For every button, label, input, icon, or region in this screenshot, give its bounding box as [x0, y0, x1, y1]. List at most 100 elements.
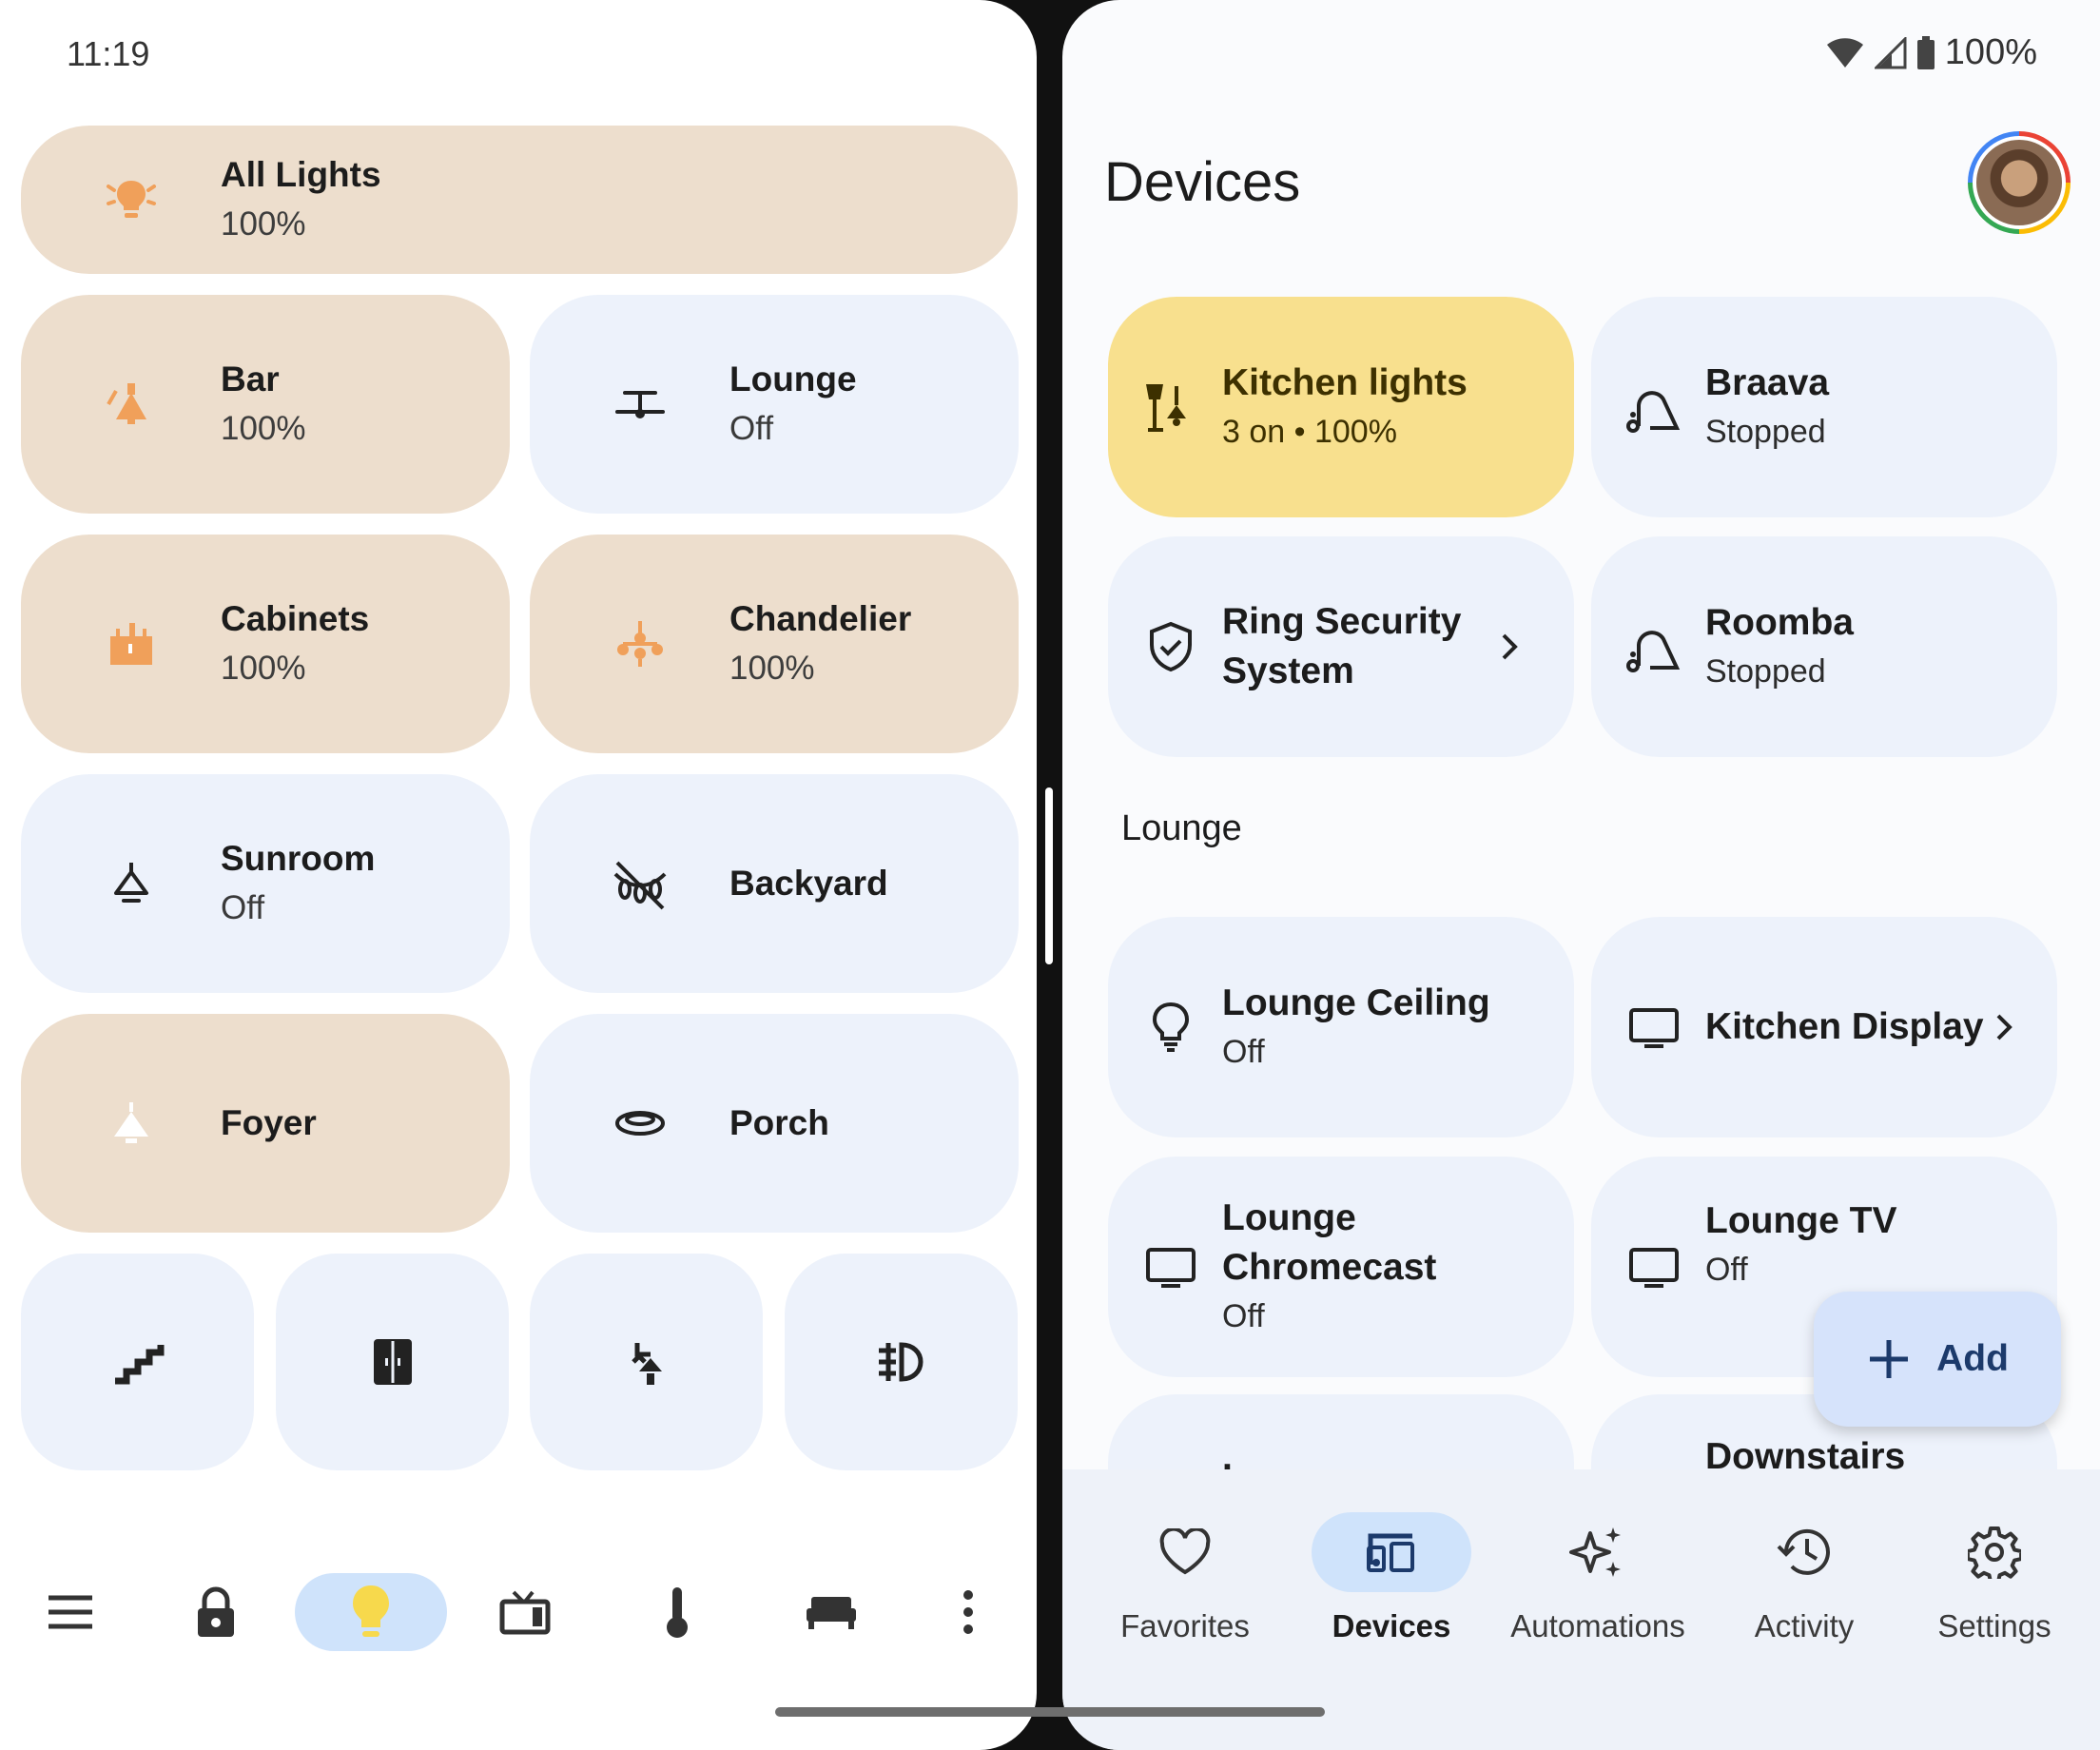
- nav-favorites[interactable]: Favorites: [1090, 1509, 1280, 1644]
- battery-icon: [1916, 35, 1935, 69]
- fog-light-icon: [878, 1342, 924, 1382]
- ceiling-lamp-icon: [114, 863, 148, 903]
- wall-lamp-icon: [631, 1343, 662, 1385]
- chevron-right-icon: [1996, 1014, 2012, 1040]
- device-status: Off: [1222, 1298, 1265, 1334]
- tv-button[interactable]: [487, 1569, 563, 1655]
- light-tile-cabinets[interactable]: Cabinets 100%: [21, 535, 510, 753]
- cabinet-icon: [373, 1339, 412, 1385]
- light-tile-foyer[interactable]: Foyer: [21, 1014, 510, 1233]
- nav-label: Devices: [1332, 1608, 1451, 1643]
- split-divider-handle[interactable]: [1045, 788, 1053, 964]
- device-name: Lounge Ceiling: [1222, 982, 1490, 1023]
- tile-status: 100%: [221, 410, 306, 447]
- tile-status: 100%: [221, 205, 306, 243]
- display-icon: [1629, 1008, 1679, 1048]
- add-button-label: Add: [1936, 1338, 2009, 1379]
- tile-name: Foyer: [221, 1103, 317, 1142]
- tile-name: All Lights: [221, 155, 381, 194]
- nav-label: Settings: [1937, 1608, 2051, 1643]
- chandelier-icon: [617, 621, 663, 667]
- section-header-lounge: Lounge: [1121, 808, 1242, 848]
- menu-icon: [49, 1595, 92, 1629]
- device-name: Roomba: [1705, 602, 1854, 643]
- floor-lamp-icon: [1146, 384, 1186, 432]
- device-name: Lounge Chromecast: [1222, 1197, 1437, 1288]
- light-tile-lounge[interactable]: Lounge Off: [530, 295, 1019, 514]
- lights-pane: 11:19 All Lights 100% Bar 100% Lounge Of…: [0, 0, 1037, 1750]
- lock-button[interactable]: [178, 1569, 254, 1655]
- add-device-button[interactable]: Add: [1814, 1292, 2061, 1427]
- light-tile-porch[interactable]: Porch: [530, 1014, 1019, 1233]
- string-lights-off-icon: [613, 861, 667, 910]
- page-title: Devices: [1104, 151, 1301, 213]
- light-tile-stairs[interactable]: [21, 1254, 254, 1470]
- light-tile-bar[interactable]: Bar 100%: [21, 295, 510, 514]
- device-name: Kitchen Display: [1705, 1006, 1984, 1047]
- nav-devices[interactable]: Devices: [1296, 1509, 1487, 1644]
- gesture-handle[interactable]: [775, 1707, 1325, 1717]
- pendant-lamp-icon: [114, 1102, 148, 1143]
- device-tile-kitchen-lights[interactable]: Kitchen lights 3 on • 100%: [1108, 297, 1574, 517]
- nav-settings[interactable]: Settings: [1899, 1509, 2090, 1644]
- lock-icon: [198, 1586, 234, 1637]
- devices-icon: [1367, 1533, 1414, 1572]
- tile-name: Cabinets: [221, 599, 370, 638]
- thermometer-icon: [667, 1587, 688, 1638]
- cellular-icon: [1874, 36, 1907, 68]
- tile-status: Off: [729, 410, 774, 447]
- device-tile-ring-security[interactable]: Ring Security System: [1108, 536, 1574, 757]
- device-name: Lounge TV: [1705, 1199, 1897, 1241]
- all-lights-tile[interactable]: All Lights 100%: [21, 126, 1018, 274]
- pendant-light-icon: [107, 383, 146, 424]
- light-tile-chandelier[interactable]: Chandelier 100%: [530, 535, 1019, 753]
- gear-icon: [1968, 1526, 2021, 1579]
- device-tile-braava[interactable]: Braava Stopped: [1591, 297, 2057, 517]
- device-status: 3 on • 100%: [1222, 414, 1397, 450]
- history-icon: [1777, 1528, 1830, 1575]
- device-status: Stopped: [1705, 414, 1826, 450]
- light-tile-cabinet[interactable]: [276, 1254, 509, 1470]
- tile-name: Bar: [221, 360, 280, 399]
- lightbulb-outline-icon: [1152, 1001, 1190, 1052]
- nav-label: Activity: [1754, 1608, 1855, 1643]
- device-tile-lounge-chromecast[interactable]: Lounge Chromecast Off: [1108, 1157, 1574, 1377]
- tile-name: Porch: [729, 1103, 829, 1142]
- climate-button[interactable]: [639, 1569, 715, 1655]
- light-tile-wall-lamp[interactable]: [530, 1254, 763, 1470]
- lightbulb-group-icon: [107, 181, 156, 218]
- ceiling-fan-icon: [615, 391, 665, 418]
- light-tile-backyard[interactable]: Backyard: [530, 774, 1019, 993]
- lights-button[interactable]: [333, 1569, 409, 1655]
- tile-name: Chandelier: [729, 599, 912, 638]
- device-name: Kitchen lights: [1222, 362, 1468, 403]
- light-tile-sunroom[interactable]: Sunroom Off: [21, 774, 510, 993]
- device-tile-lounge-ceiling[interactable]: Lounge Ceiling Off: [1108, 917, 1574, 1138]
- device-status: Off: [1222, 1034, 1265, 1070]
- menu-button[interactable]: [32, 1569, 108, 1655]
- tile-status: 100%: [221, 650, 306, 687]
- device-tile-kitchen-display[interactable]: Kitchen Display: [1591, 917, 2057, 1138]
- battery-text: 100%: [1944, 32, 2037, 72]
- heart-icon: [1159, 1528, 1211, 1575]
- cabinet-light-icon: [110, 623, 152, 665]
- plus-icon: [1870, 1340, 1909, 1378]
- shield-icon: [1150, 621, 1192, 672]
- stairs-icon: [114, 1345, 164, 1385]
- avatar[interactable]: [1968, 131, 2071, 234]
- light-tile-fog-light[interactable]: [785, 1254, 1018, 1470]
- nav-automations[interactable]: Automations: [1503, 1509, 1693, 1644]
- lightbulb-icon: [353, 1585, 389, 1637]
- tile-status: 100%: [729, 650, 815, 687]
- device-name: Braava: [1705, 362, 1830, 403]
- sparkle-icon: [1569, 1527, 1621, 1577]
- nav-label: Favorites: [1120, 1608, 1250, 1643]
- bedroom-button[interactable]: [793, 1569, 869, 1655]
- device-tile-roomba[interactable]: Roomba Stopped: [1591, 536, 2057, 757]
- vacuum-icon: [1626, 631, 1681, 672]
- tile-status: Off: [221, 889, 265, 926]
- tile-name: Sunroom: [221, 839, 376, 878]
- vacuum-icon: [1626, 391, 1681, 433]
- more-button[interactable]: [930, 1569, 1006, 1655]
- nav-activity[interactable]: Activity: [1709, 1509, 1899, 1644]
